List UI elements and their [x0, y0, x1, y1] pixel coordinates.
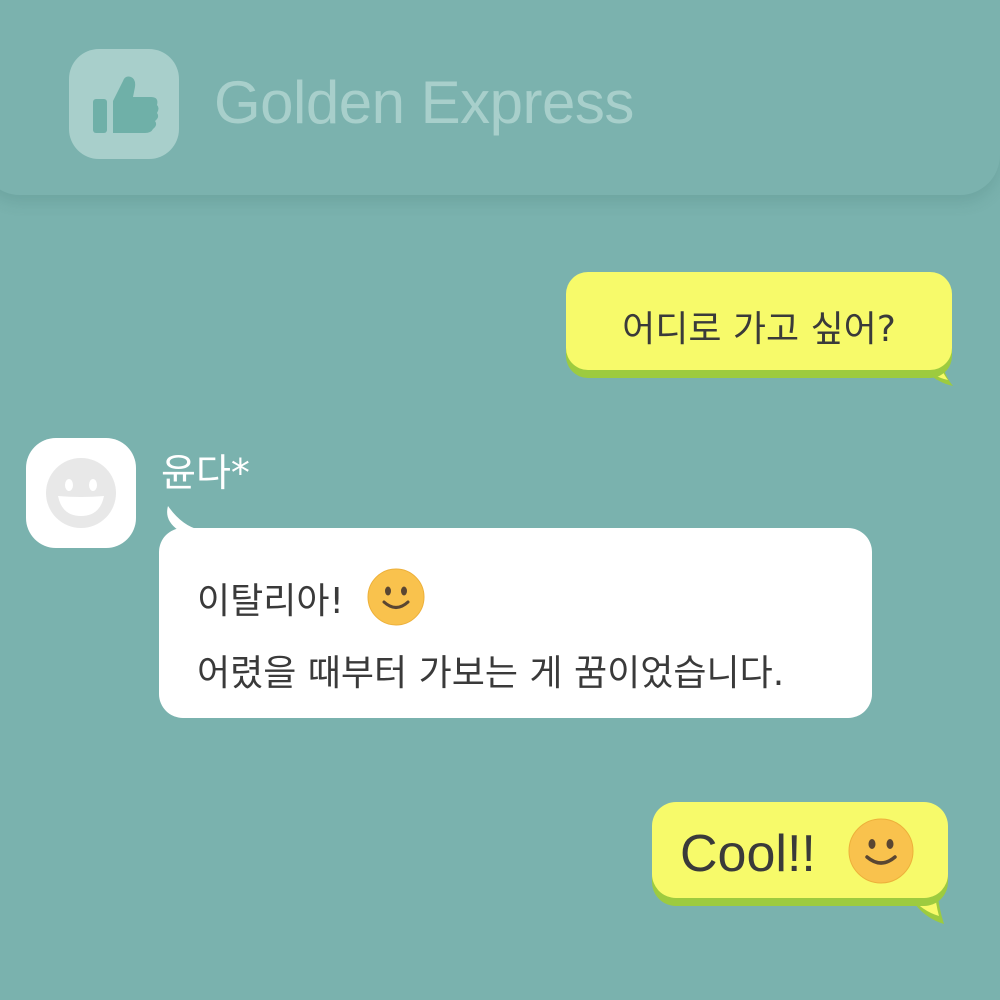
thumbs-up-icon [69, 49, 179, 159]
message-text: 어디로 가고 싶어? [622, 309, 896, 350]
sent-message-bubble[interactable]: Cool!! [652, 802, 948, 898]
message-line: 어렸을 때부터 가보는 게 꿈이었습니다. [197, 653, 785, 694]
app-title: Golden Express [214, 69, 634, 136]
sent-message-bubble[interactable]: 어디로 가고 싶어? [566, 272, 952, 370]
smiling-face-emoji [848, 818, 914, 884]
smiling-face-emoji [367, 568, 425, 626]
received-message-bubble[interactable]: 이탈리아! 어렸을 때부터 가보는 게 꿈이었습니다. [159, 528, 872, 718]
message-line: 이탈리아! [197, 581, 344, 622]
message-text: Cool!! [680, 825, 816, 883]
sender-name: 윤다* [161, 451, 250, 495]
smiley-avatar-icon[interactable] [26, 438, 136, 548]
